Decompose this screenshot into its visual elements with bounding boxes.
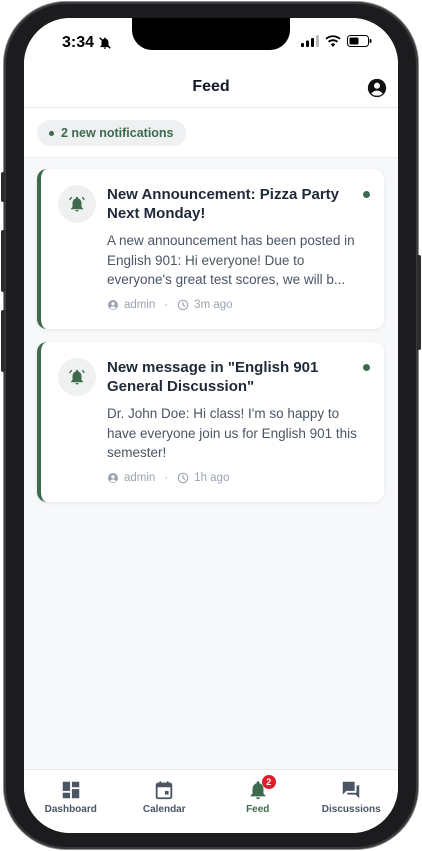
feed-card[interactable]: New Announcement: Pizza Party Next Monda… — [37, 169, 384, 329]
unread-dot — [363, 191, 370, 198]
status-bar: 3:34 — [24, 18, 398, 72]
feed-card-author: admin — [124, 472, 156, 484]
feed-card-title: New message in "English 901 General Disc… — [107, 359, 319, 395]
feed-card-title: New Announcement: Pizza Party Next Monda… — [107, 186, 339, 222]
tab-discussions[interactable]: Discussions — [305, 770, 399, 833]
phone-volume-up — [1, 230, 5, 292]
new-notifications-label: 2 new notifications — [61, 126, 174, 140]
feed-card-time: 1h ago — [194, 472, 230, 484]
bell-icon-circle — [58, 185, 96, 223]
wifi-icon — [325, 35, 341, 47]
feed-card-body: A new announcement has been posted in En… — [107, 233, 355, 287]
meta-separator: · — [164, 472, 169, 484]
bell-slash-icon — [99, 37, 111, 49]
tab-label: Calendar — [142, 804, 186, 815]
tab-label: Discussions — [321, 804, 381, 815]
status-icons — [301, 35, 372, 47]
battery-icon — [347, 35, 372, 47]
chat-icon — [343, 781, 360, 799]
feed-card[interactable]: New message in "English 901 General Disc… — [37, 342, 384, 502]
status-time: 3:34 — [62, 34, 112, 52]
bell-icon-circle — [58, 358, 96, 396]
feed-card-author: admin — [124, 299, 156, 311]
bell-icon — [69, 196, 85, 212]
phone-power-button — [417, 255, 421, 350]
notification-dot — [49, 130, 54, 136]
notifications-bar: 2 new notifications — [24, 108, 398, 158]
camera-notch — [132, 18, 290, 50]
feed-badge: 2 — [261, 775, 276, 789]
clock-icon — [177, 472, 189, 484]
bell-icon — [69, 369, 85, 385]
phone-volume-down — [1, 310, 5, 372]
clock-icon — [177, 299, 189, 311]
user-icon — [108, 300, 118, 310]
feed-card-body: Dr. John Doe: Hi class! I'm so happy to … — [107, 406, 357, 460]
screen: 3:34 Feed 2 new notifications New Announ… — [24, 18, 398, 833]
tab-label: Feed — [246, 804, 270, 815]
signal-icon — [301, 35, 319, 47]
meta-separator: · — [164, 299, 169, 311]
tab-feed[interactable]: 2 Feed — [211, 770, 305, 833]
profile-icon[interactable] — [366, 77, 388, 99]
bottom-tab-bar: Dashboard Calendar 2 Feed Discussions — [24, 769, 398, 833]
tab-dashboard[interactable]: Dashboard — [24, 770, 118, 833]
dashboard-icon — [62, 781, 79, 799]
phone-silent-switch — [1, 172, 5, 202]
feed-card-meta: admin · 1h ago — [107, 472, 229, 484]
feed-card-meta: admin · 3m ago — [107, 299, 233, 311]
tab-label: Dashboard — [44, 804, 97, 815]
new-notifications-pill[interactable]: 2 new notifications — [37, 120, 186, 146]
feed-card-time: 3m ago — [194, 299, 233, 311]
user-icon — [108, 473, 118, 483]
page-title: Feed — [192, 78, 230, 95]
calendar-icon — [156, 781, 173, 800]
tab-calendar[interactable]: Calendar — [118, 770, 212, 833]
header: Feed — [24, 72, 398, 108]
unread-dot — [363, 364, 370, 371]
